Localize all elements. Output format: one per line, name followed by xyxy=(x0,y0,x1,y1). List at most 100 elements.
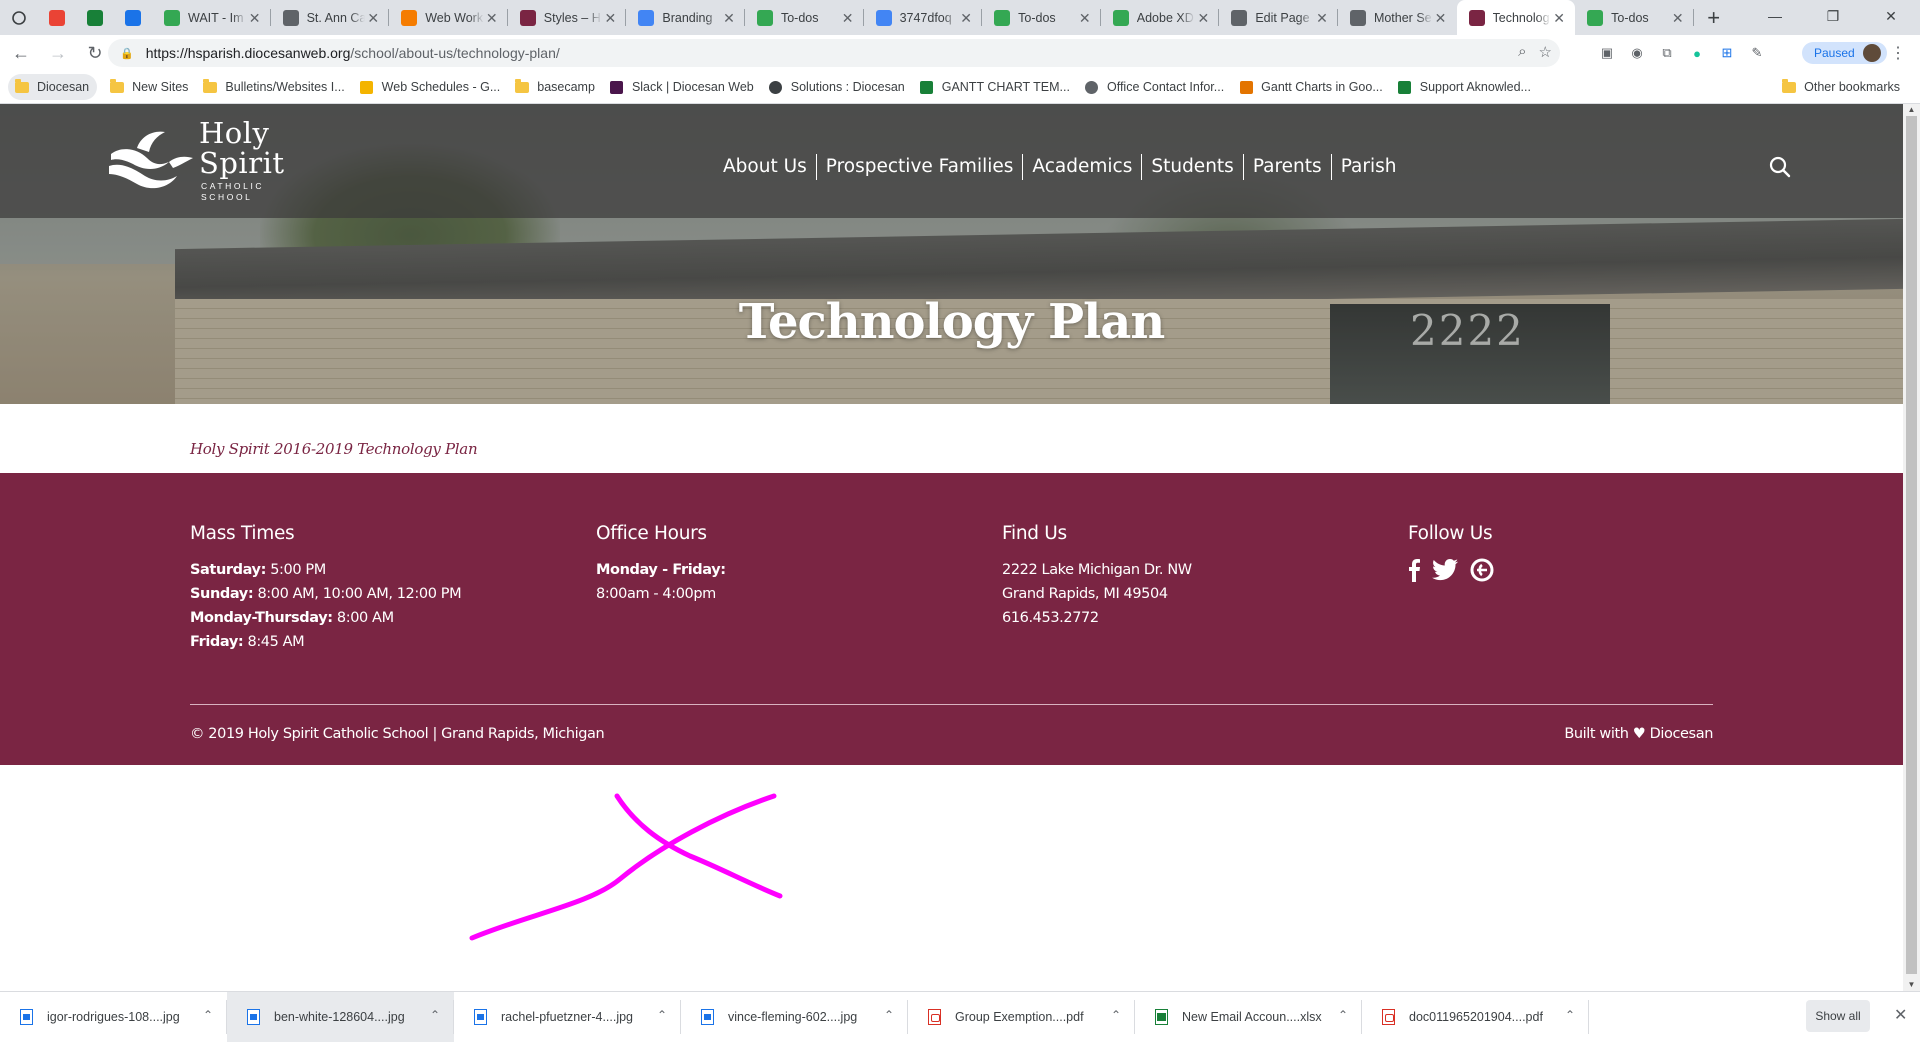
tab-close-icon[interactable]: ✕ xyxy=(247,10,263,26)
tab-close-icon[interactable]: ✕ xyxy=(1077,10,1093,26)
bookmark-item[interactable]: GANTT CHART TEM... xyxy=(913,74,1078,100)
other-bookmarks[interactable]: Other bookmarks xyxy=(1775,74,1908,100)
jpg-file-icon xyxy=(701,1008,714,1025)
dove-icon xyxy=(1468,9,1485,26)
tab[interactable]: To-dos ✕ xyxy=(982,0,1101,35)
page-icon xyxy=(1349,9,1366,26)
extension-palette-icon[interactable]: ◉ xyxy=(1626,42,1648,64)
extension-copy-icon[interactable]: ⧉ xyxy=(1656,42,1678,64)
download-item[interactable]: rachel-pfuetzner-4....jpg ⌃ xyxy=(454,992,681,1042)
tab[interactable]: Branding ✕ xyxy=(626,0,745,35)
download-filename: Group Exemption....pdf xyxy=(955,1009,1084,1024)
tab-title: Adobe XD xyxy=(1136,10,1194,25)
download-item[interactable]: igor-rodrigues-108....jpg ⌃ xyxy=(0,992,227,1042)
tab[interactable]: WAIT - Im ✕ xyxy=(152,0,271,35)
close-window-button[interactable]: ✕ xyxy=(1862,0,1920,32)
menu-icon[interactable]: ⋮ xyxy=(1890,43,1906,63)
tab[interactable]: 3747dfoq ✕ xyxy=(864,0,983,35)
tab-title: Technolog xyxy=(1492,10,1550,25)
bookmark-item[interactable]: Gantt Charts in Goo... xyxy=(1232,74,1391,100)
tab-close-icon[interactable]: ✕ xyxy=(602,10,618,26)
jpg-file-icon xyxy=(247,1008,260,1025)
new-tab-button[interactable]: + xyxy=(1698,0,1730,35)
pinned-tab[interactable] xyxy=(76,0,114,35)
tab-close-icon[interactable]: ✕ xyxy=(958,10,974,26)
tab-close-icon[interactable]: ✕ xyxy=(840,10,856,26)
bookmark-item[interactable]: Office Contact Infor... xyxy=(1078,74,1232,100)
pinned-tab[interactable] xyxy=(114,0,152,35)
xlsx-file-icon xyxy=(1155,1008,1168,1025)
reload-button[interactable]: ↻ xyxy=(79,37,111,69)
tab-title: To-dos xyxy=(1018,10,1056,25)
chevron-up-icon[interactable]: ⌃ xyxy=(1338,1008,1348,1022)
scroll-up-icon[interactable]: ▲ xyxy=(1903,104,1920,116)
chevron-up-icon[interactable]: ⌃ xyxy=(884,1008,894,1022)
forward-arrow-icon: → xyxy=(49,42,67,63)
tab-close-icon[interactable]: ✕ xyxy=(1433,10,1449,26)
bookmark-item[interactable]: Bulletins/Websites I... xyxy=(196,74,352,100)
extension-image-icon[interactable]: ▣ xyxy=(1596,42,1618,64)
tab-active[interactable]: Technolog ✕ xyxy=(1456,0,1576,35)
tab-title: WAIT - Im xyxy=(188,10,244,25)
jpg-file-icon xyxy=(474,1008,487,1025)
basecamp-icon xyxy=(164,9,180,26)
chevron-up-icon[interactable]: ⌃ xyxy=(657,1008,667,1022)
extension-translate-icon[interactable]: ⊞ xyxy=(1716,42,1738,64)
chevron-up-icon[interactable]: ⌃ xyxy=(203,1008,213,1022)
grammarly-icon[interactable]: ● xyxy=(1686,42,1708,64)
download-item[interactable]: doc011965201904....pdf ⌃ xyxy=(1362,992,1589,1042)
tab-title: Edit Page xyxy=(1255,10,1310,25)
chevron-up-icon[interactable]: ⌃ xyxy=(1111,1008,1121,1022)
tab-close-icon[interactable]: ✕ xyxy=(1314,10,1330,26)
restore-button[interactable]: ❐ xyxy=(1804,0,1862,32)
close-download-bar-icon[interactable]: ✕ xyxy=(1894,1005,1907,1025)
tab-close-icon[interactable]: ✕ xyxy=(1670,10,1686,26)
download-item[interactable]: New Email Accoun....xlsx ⌃ xyxy=(1135,992,1362,1042)
show-all-button[interactable]: Show all xyxy=(1806,1000,1870,1032)
back-button[interactable]: ← xyxy=(5,37,37,69)
bookmark-item[interactable]: Web Schedules - G... xyxy=(353,74,509,100)
download-item[interactable]: ben-white-128604....jpg ⌃ xyxy=(227,991,454,1042)
tab-title: Web Work xyxy=(425,10,484,25)
scrollbar-thumb[interactable] xyxy=(1906,116,1917,974)
bookmark-item[interactable]: Solutions : Diocesan xyxy=(762,74,913,100)
tab-close-icon[interactable]: ✕ xyxy=(1551,10,1567,26)
tab-close-icon[interactable]: ✕ xyxy=(484,10,500,26)
tab[interactable]: Styles – H ✕ xyxy=(508,0,627,35)
bookmark-label: Bulletins/Websites I... xyxy=(225,80,345,94)
address-bar[interactable]: 🔒 https://hsparish.diocesanweb.org/schoo… xyxy=(108,39,1560,67)
pinned-tab[interactable] xyxy=(38,0,76,35)
tab[interactable]: Web Work ✕ xyxy=(389,0,508,35)
bookmark-item[interactable]: Support Aknowled... xyxy=(1391,74,1539,100)
bookmark-item[interactable]: New Sites xyxy=(103,74,196,100)
bookmark-item[interactable]: Diocesan xyxy=(8,74,98,100)
bookmark-item[interactable]: basecamp xyxy=(508,74,603,100)
download-item[interactable]: vince-fleming-602....jpg ⌃ xyxy=(681,992,908,1042)
download-item[interactable]: Group Exemption....pdf ⌃ xyxy=(908,992,1135,1042)
page-scrollbar[interactable]: ▲ ▼ xyxy=(1903,104,1920,991)
tab-close-icon[interactable]: ✕ xyxy=(721,10,737,26)
tab-search-button[interactable] xyxy=(0,0,38,35)
tab-title: 3747dfoq xyxy=(899,10,952,25)
chevron-up-icon[interactable]: ⌃ xyxy=(430,1008,440,1022)
zoom-icon[interactable]: ⌕ xyxy=(1518,43,1526,61)
tab-close-icon[interactable]: ✕ xyxy=(365,10,381,26)
jpg-file-icon xyxy=(20,1008,33,1025)
extension-eyedropper-icon[interactable]: ✎ xyxy=(1746,42,1768,64)
tab[interactable]: To-dos ✕ xyxy=(745,0,864,35)
basecamp-icon xyxy=(994,9,1011,26)
profile-button[interactable]: Paused xyxy=(1802,42,1887,64)
forward-button[interactable]: → xyxy=(42,37,74,69)
tab[interactable]: Adobe XD ✕ xyxy=(1101,0,1220,35)
bookmark-star-icon[interactable]: ☆ xyxy=(1539,43,1552,61)
tab[interactable]: Mother Se ✕ xyxy=(1338,0,1457,35)
tab[interactable]: St. Ann Ca ✕ xyxy=(271,0,390,35)
scroll-down-icon[interactable]: ▼ xyxy=(1903,979,1920,991)
tab[interactable]: Edit Page ✕ xyxy=(1219,0,1338,35)
basecamp-icon xyxy=(1587,9,1604,26)
tab[interactable]: To-dos ✕ xyxy=(1575,0,1694,35)
minimize-button[interactable]: — xyxy=(1746,0,1804,32)
tab-close-icon[interactable]: ✕ xyxy=(1195,10,1211,26)
bookmark-item[interactable]: Slack | Diocesan Web xyxy=(603,74,762,100)
chevron-up-icon[interactable]: ⌃ xyxy=(1565,1008,1575,1022)
